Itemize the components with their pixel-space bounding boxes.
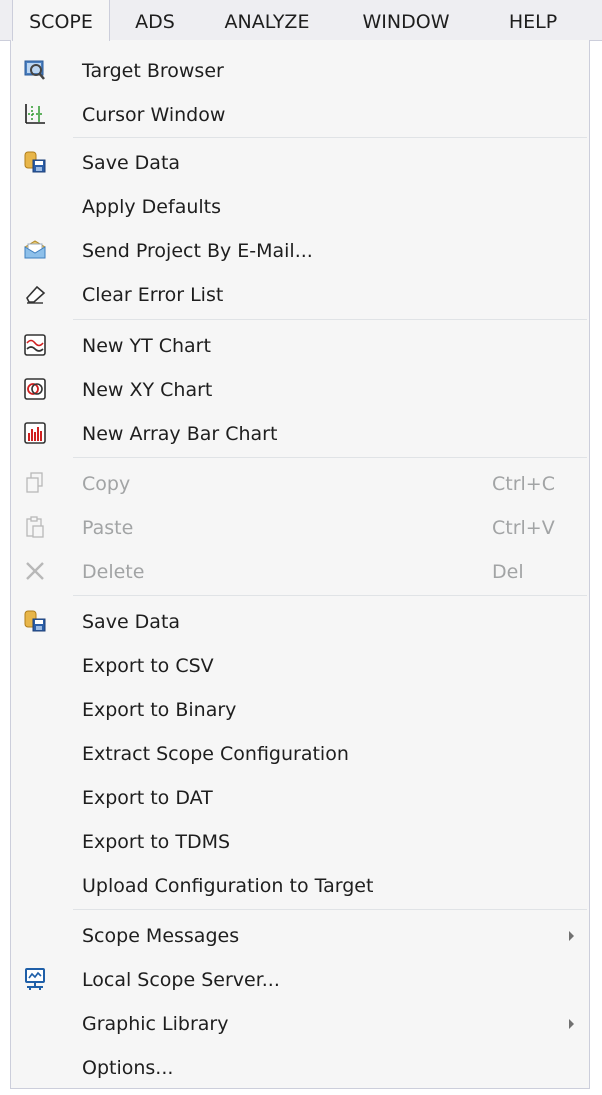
menu-item-shortcut: Ctrl+C: [492, 473, 555, 495]
menu-item-label: Target Browser: [82, 60, 224, 82]
menu-item-label: Upload Configuration to Target: [82, 875, 374, 897]
menu-item-label: New XY Chart: [82, 379, 213, 401]
menu-item-export-tdms[interactable]: Export to TDMS: [11, 820, 589, 864]
target-browser-icon: [23, 58, 47, 82]
menu-item-label: Graphic Library: [82, 1013, 229, 1035]
menu-item-label: Save Data: [82, 152, 181, 174]
menu-item-new-xy-chart[interactable]: New XY Chart: [11, 368, 589, 412]
menu-item-local-scope-server[interactable]: Local Scope Server...: [11, 958, 589, 1002]
menu-separator: [73, 137, 587, 138]
menu-item-shortcut: Del: [492, 561, 524, 583]
menu-separator: [73, 319, 587, 320]
menu-item-copy[interactable]: Copy Ctrl+C: [11, 462, 589, 506]
menu-item-label: New YT Chart: [82, 335, 211, 357]
menu-item-shortcut: Ctrl+V: [492, 517, 555, 539]
copy-icon: [23, 471, 47, 495]
menu-item-label: Copy: [82, 473, 131, 495]
menu-item-label: Export to DAT: [82, 787, 213, 809]
menu-item-graphic-library[interactable]: Graphic Library: [11, 1002, 589, 1046]
menu-item-target-browser[interactable]: Target Browser: [11, 49, 589, 93]
menu-item-options[interactable]: Options...: [11, 1046, 589, 1090]
submenu-arrow-icon: [569, 1019, 574, 1029]
menu-item-export-dat[interactable]: Export to DAT: [11, 776, 589, 820]
menu-item-new-yt-chart[interactable]: New YT Chart: [11, 324, 589, 368]
xy-chart-icon: [23, 377, 47, 401]
menubar-help[interactable]: HELP: [490, 0, 576, 40]
menubar-window[interactable]: WINDOW: [345, 0, 467, 40]
menu-item-save-data[interactable]: Save Data: [11, 141, 589, 185]
yt-chart-icon: [23, 333, 47, 357]
menu-item-save-data-2[interactable]: Save Data: [11, 600, 589, 644]
scope-dropdown-menu: Target Browser Cursor Window Save Data A…: [10, 40, 590, 1089]
menu-separator: [73, 457, 587, 458]
email-envelope-icon: [23, 238, 47, 262]
save-data-icon: [23, 609, 47, 633]
menu-item-send-project-email[interactable]: Send Project By E-Mail...: [11, 229, 589, 273]
menu-item-cursor-window[interactable]: Cursor Window: [11, 93, 589, 137]
menu-item-label: Export to CSV: [82, 655, 214, 677]
menu-bar: SCOPE ADS ANALYZE WINDOW HELP: [0, 0, 602, 41]
submenu-arrow-icon: [569, 931, 574, 941]
menu-item-scope-messages[interactable]: Scope Messages: [11, 914, 589, 958]
menu-item-extract-scope-configuration[interactable]: Extract Scope Configuration: [11, 732, 589, 776]
menu-item-label: New Array Bar Chart: [82, 423, 278, 445]
menu-item-upload-configuration[interactable]: Upload Configuration to Target: [11, 864, 589, 908]
delete-x-icon: [23, 559, 47, 583]
menu-item-new-array-bar-chart[interactable]: New Array Bar Chart: [11, 412, 589, 456]
menu-item-clear-error-list[interactable]: Clear Error List: [11, 273, 589, 317]
menu-item-label: Send Project By E-Mail...: [82, 240, 313, 262]
paste-icon: [23, 515, 47, 539]
menu-item-label: Cursor Window: [82, 104, 226, 126]
local-server-icon: [23, 967, 47, 991]
menu-item-label: Apply Defaults: [82, 196, 222, 218]
menubar-analyze[interactable]: ANALYZE: [208, 0, 326, 40]
menu-item-label: Scope Messages: [82, 925, 240, 947]
menu-item-label: Export to TDMS: [82, 831, 231, 853]
array-bar-chart-icon: [23, 421, 47, 445]
menu-item-label: Options...: [82, 1057, 174, 1079]
cursor-window-icon: [23, 102, 47, 126]
menu-item-label: Export to Binary: [82, 699, 237, 721]
menu-separator: [73, 595, 587, 596]
menu-item-apply-defaults[interactable]: Apply Defaults: [11, 185, 589, 229]
menubar-ads[interactable]: ADS: [120, 0, 190, 40]
menu-item-label: Paste: [82, 517, 134, 539]
save-data-icon: [23, 150, 47, 174]
menu-item-label: Delete: [82, 561, 145, 583]
menu-item-label: Clear Error List: [82, 284, 224, 306]
eraser-icon: [23, 282, 47, 306]
menu-item-export-csv[interactable]: Export to CSV: [11, 644, 589, 688]
menu-item-label: Extract Scope Configuration: [82, 743, 349, 765]
menubar-scope[interactable]: SCOPE: [12, 0, 110, 41]
menu-item-export-binary[interactable]: Export to Binary: [11, 688, 589, 732]
menu-item-paste[interactable]: Paste Ctrl+V: [11, 506, 589, 550]
menu-separator: [73, 909, 587, 910]
menu-item-delete[interactable]: Delete Del: [11, 550, 589, 594]
menu-item-label: Local Scope Server...: [82, 969, 280, 991]
menu-item-label: Save Data: [82, 611, 181, 633]
